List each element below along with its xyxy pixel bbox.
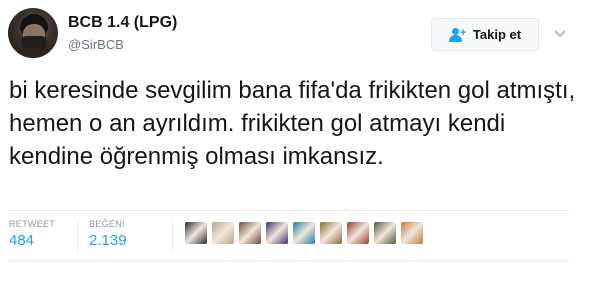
liker-avatar[interactable] <box>212 222 234 244</box>
avatar-shoulder <box>10 48 56 58</box>
liker-avatar[interactable] <box>347 222 369 244</box>
follow-user-icon: + <box>448 27 467 42</box>
divider <box>9 260 569 261</box>
user-avatar[interactable] <box>8 8 58 58</box>
liker-avatar[interactable] <box>320 222 342 244</box>
divider <box>9 210 569 211</box>
liker-avatar[interactable] <box>374 222 396 244</box>
liker-avatar[interactable] <box>239 222 261 244</box>
user-handle[interactable]: @SirBCB <box>68 37 124 52</box>
retweet-count: 484 <box>9 232 35 249</box>
liker-avatar[interactable] <box>293 222 315 244</box>
retweet-label: RETWEET <box>9 219 56 229</box>
follow-button[interactable]: + Takip et <box>431 18 539 51</box>
divider <box>77 219 78 251</box>
like-stat[interactable]: BEĞENİ 2.139 <box>89 219 127 249</box>
tweet-text: bi keresinde sevgilim bana fifa'da friki… <box>9 77 576 170</box>
liker-avatar[interactable] <box>401 222 423 244</box>
liker-avatar[interactable] <box>185 222 207 244</box>
liker-avatar[interactable] <box>266 222 288 244</box>
liker-avatars <box>185 222 423 244</box>
user-display-name[interactable]: BCB 1.4 (LPG) <box>68 14 177 32</box>
tweet-header: BCB 1.4 (LPG) @SirBCB + Takip et <box>0 0 593 62</box>
follow-button-label: Takip et <box>472 27 522 42</box>
divider <box>172 219 173 251</box>
retweet-stat[interactable]: RETWEET 484 <box>9 219 55 249</box>
chevron-down-icon[interactable] <box>553 26 567 40</box>
like-label: BEĞENİ <box>89 219 125 229</box>
like-count: 2.139 <box>89 232 127 249</box>
